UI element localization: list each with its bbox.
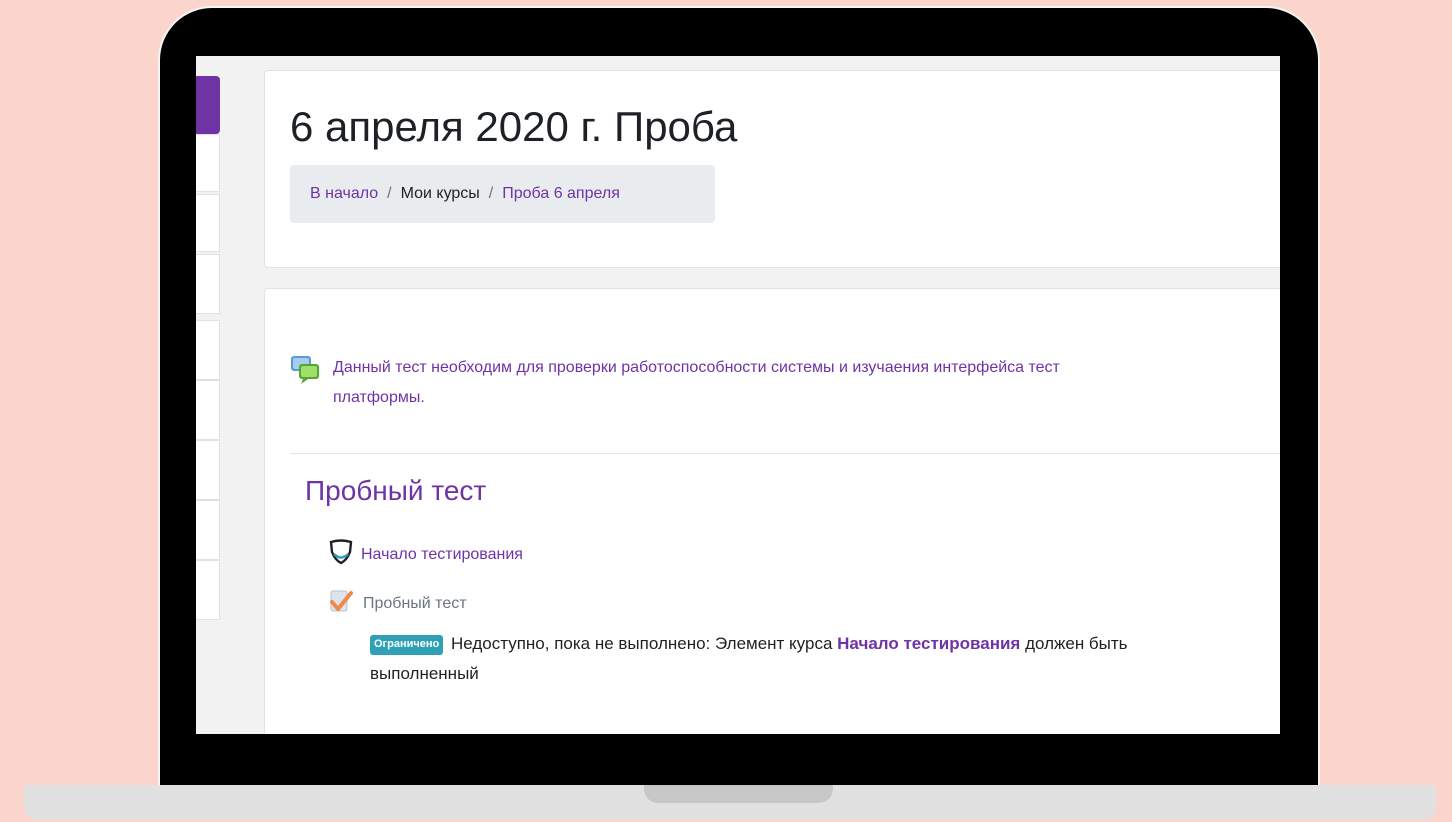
breadcrumb-separator: / — [488, 185, 494, 202]
activity-start-test[interactable]: Начало тестирования — [329, 539, 523, 570]
breadcrumb: В начало / Мои курсы / Проба 6 апреля — [290, 165, 715, 223]
quiz-checkmark-icon — [329, 589, 353, 618]
restriction-text: Недоступно, пока не выполнено: Элемент к… — [450, 634, 833, 653]
restriction-text-line2: выполненный — [370, 664, 479, 683]
activity-link[interactable]: Начало тестирования — [361, 546, 523, 564]
restricted-badge: Ограничено — [370, 635, 444, 655]
course-summary-link[interactable]: Данный тест необходим для проверки работ… — [333, 359, 1060, 406]
drawer-item[interactable] — [196, 254, 220, 314]
drawer-item[interactable] — [196, 320, 220, 380]
page-header: 6 апреля 2020 г. Проба В начало / Мои ку… — [264, 70, 1280, 268]
activity-practice-test[interactable]: Пробный тест — [330, 589, 467, 618]
shield-icon — [329, 539, 353, 570]
breadcrumb-home-link[interactable]: В начало — [310, 185, 378, 203]
drawer-item[interactable] — [196, 560, 220, 620]
drawer-item[interactable] — [196, 194, 220, 252]
nav-drawer — [196, 56, 244, 734]
restriction-activity-link[interactable]: Начало тестирования — [837, 634, 1020, 653]
section-title: Пробный тест — [305, 475, 487, 506]
drawer-item-active[interactable] — [196, 76, 220, 134]
course-content: Данный тест необходим для проверки работ… — [264, 288, 1280, 734]
drawer-item[interactable] — [196, 500, 220, 560]
breadcrumb-separator: / — [387, 185, 392, 202]
drawer-item[interactable] — [196, 134, 220, 192]
page-title: 6 апреля 2020 г. Проба — [290, 103, 738, 150]
course-summary: Данный тест необходим для проверки работ… — [291, 353, 1280, 413]
drawer-item[interactable] — [196, 440, 220, 500]
drawer-item[interactable] — [196, 380, 220, 440]
restriction-info: Ограничено Недоступно, пока не выполнено… — [370, 629, 1280, 689]
course-summary-text-cont: платформы. — [333, 389, 425, 406]
activity-label-restricted: Пробный тест — [363, 594, 467, 612]
breadcrumb-course-link[interactable]: Проба 6 апреля — [502, 185, 620, 203]
restriction-text-after: должен быть — [1025, 634, 1128, 653]
laptop-notch — [644, 785, 833, 803]
course-summary-text: Данный тест необходим для проверки работ… — [333, 359, 1060, 376]
forum-chat-bubbles-icon — [291, 356, 321, 395]
section-divider — [290, 453, 1280, 454]
breadcrumb-my-courses: Мои курсы — [400, 185, 480, 202]
browser-screen: 6 апреля 2020 г. Проба В начало / Мои ку… — [196, 56, 1280, 734]
